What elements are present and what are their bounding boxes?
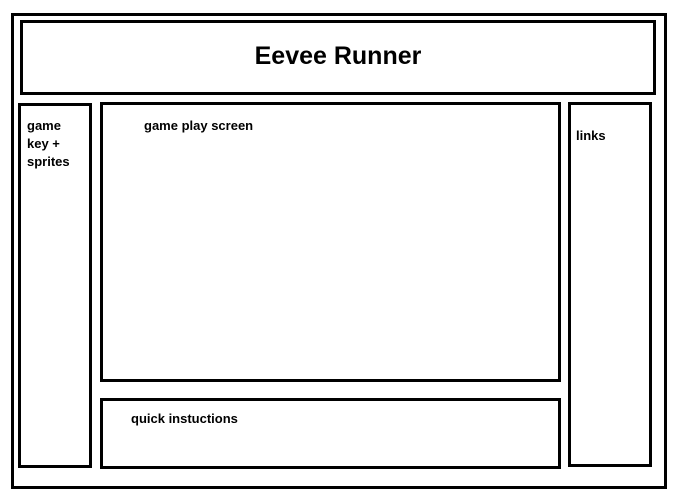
game-play-screen-box: game play screen	[100, 102, 561, 382]
wireframe-canvas: Eevee Runner game key + sprites game pla…	[0, 0, 686, 501]
left-sidebar-line: sprites	[27, 154, 70, 169]
page-title: Eevee Runner	[254, 42, 422, 70]
header-box: Eevee Runner	[20, 20, 656, 95]
links-label: links	[576, 128, 606, 143]
quick-instructions-label: quick instuctions	[131, 411, 238, 426]
game-play-screen-label: game play screen	[144, 118, 254, 133]
quick-instructions-box: quick instuctions	[100, 398, 561, 469]
right-sidebar-box: links	[568, 102, 652, 467]
left-sidebar-label: game key + sprites	[27, 117, 70, 171]
left-sidebar-box: game key + sprites	[18, 103, 92, 468]
left-sidebar-line: game	[27, 118, 61, 133]
left-sidebar-line: key +	[27, 136, 60, 151]
